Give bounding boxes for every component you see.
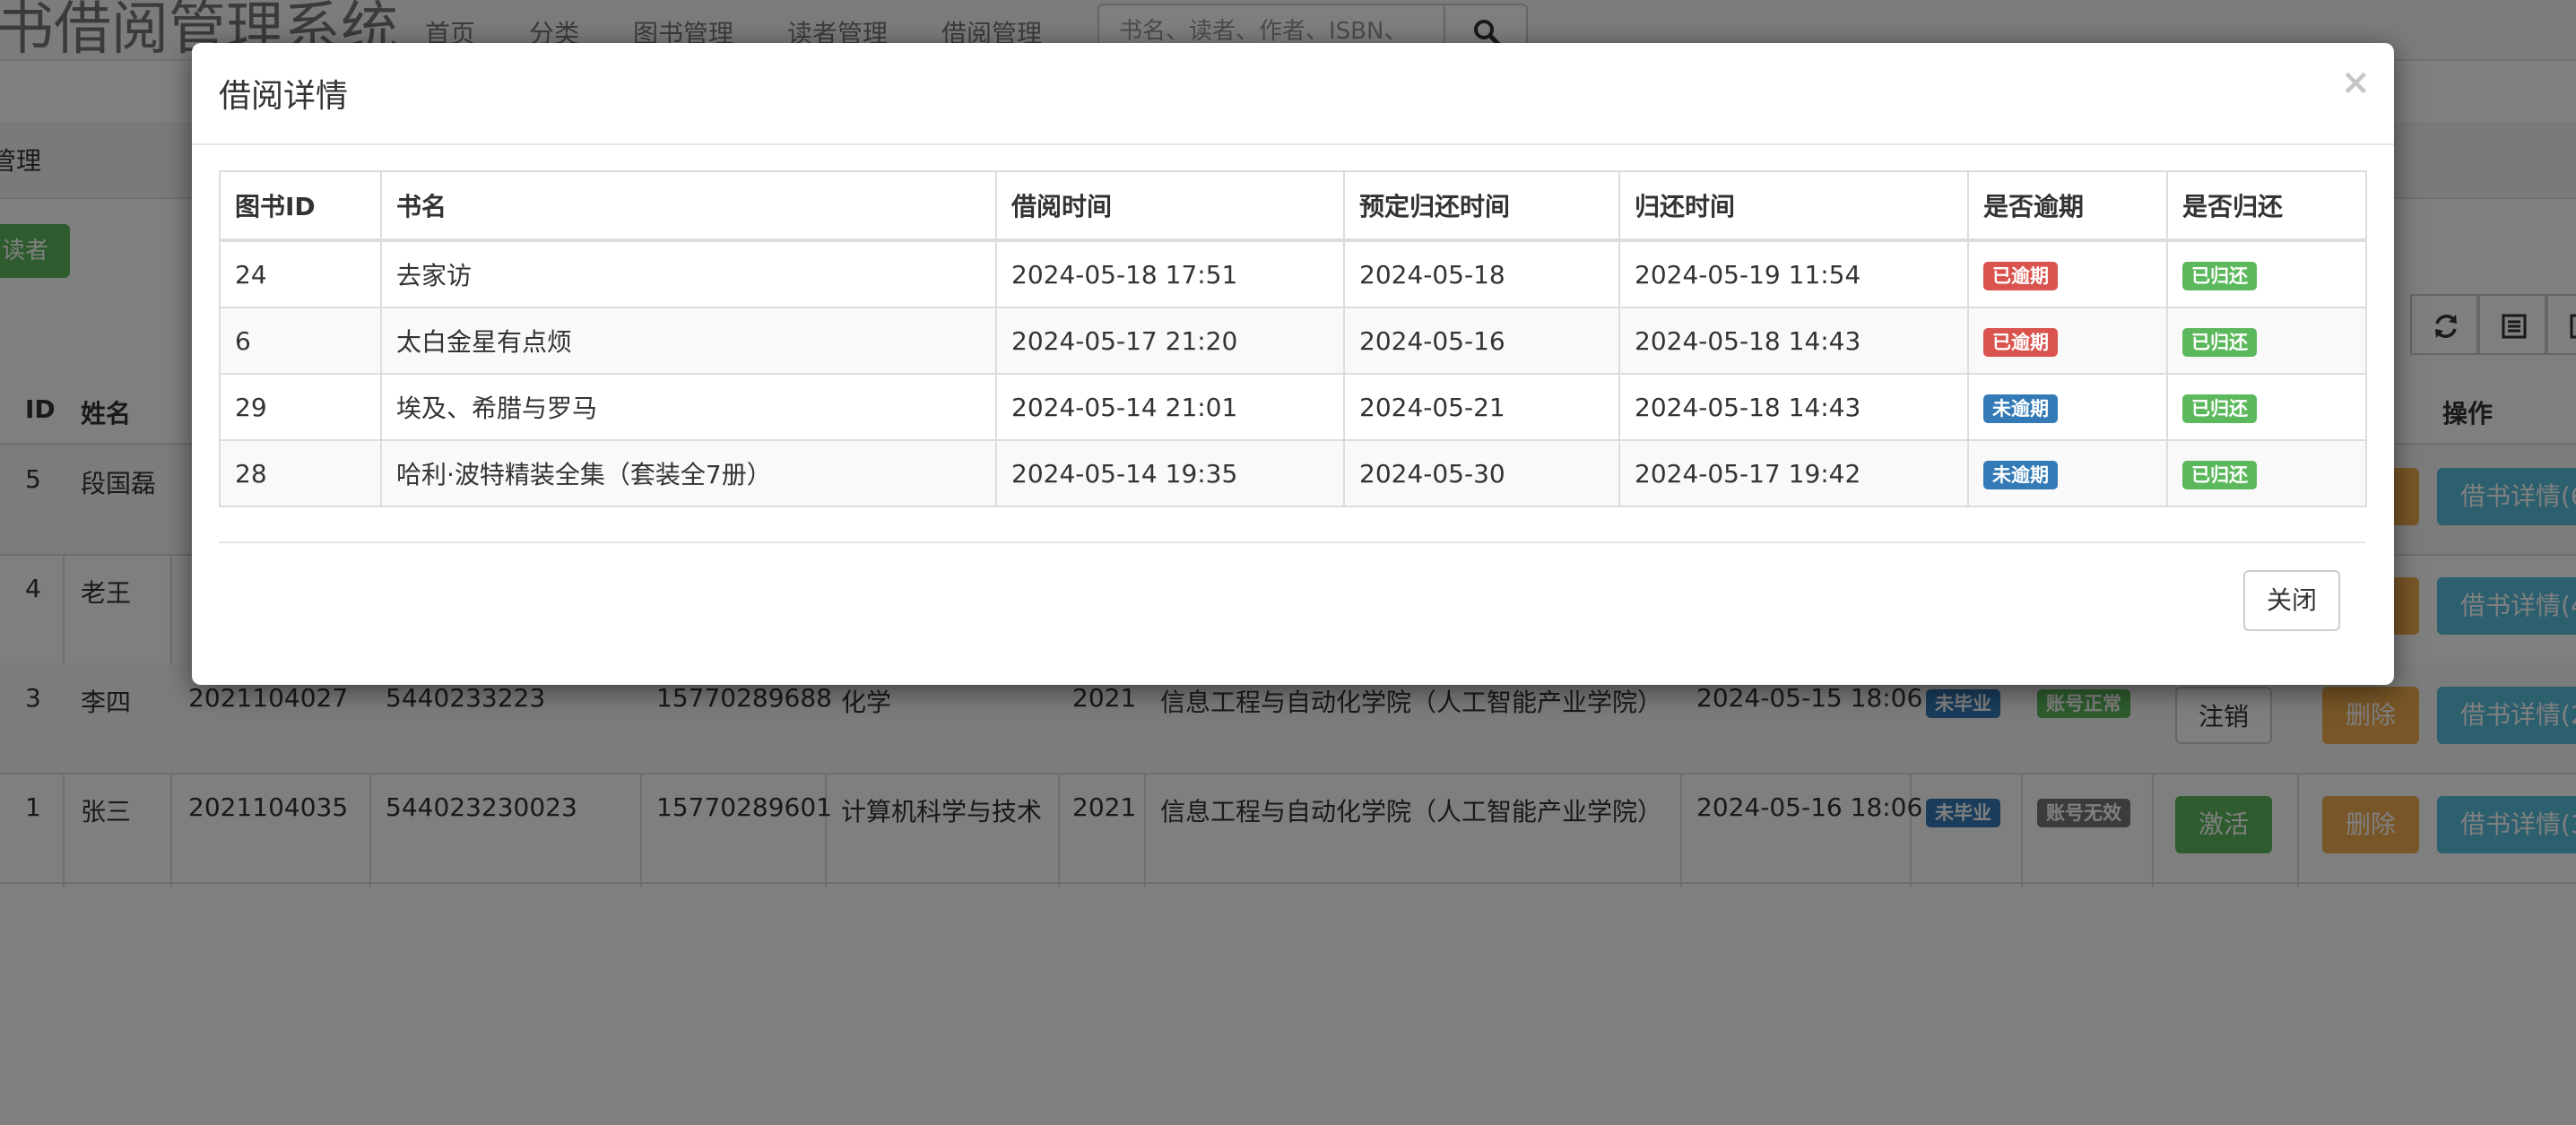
borrow-detail-modal: 借阅详情 × 图书ID 书名 借阅时间 预定归还时间 归还时间 是否逾期 是否归…: [192, 43, 2394, 685]
cell-return-time: 2024-05-19 11:54: [1618, 239, 1969, 308]
header-book-id: 图书ID: [219, 170, 382, 242]
cell-returned: 已归还: [2166, 239, 2367, 308]
close-button[interactable]: 关闭: [2243, 570, 2340, 631]
overdue-badge: 未逾期: [1983, 394, 2058, 423]
cell-borrow-time: 2024-05-17 21:20: [995, 307, 1345, 375]
cell-due-date: 2024-05-30: [1343, 439, 1620, 507]
cell-title: 哈利·波特精装全集（套装全7册）: [380, 439, 997, 507]
cell-book-id: 24: [219, 239, 382, 308]
cell-due-date: 2024-05-18: [1343, 239, 1620, 308]
cell-due-date: 2024-05-21: [1343, 373, 1620, 441]
table-row: 29 埃及、希腊与罗马 2024-05-14 21:01 2024-05-21 …: [219, 373, 2367, 441]
cell-return-time: 2024-05-18 14:43: [1618, 373, 1969, 441]
cell-title: 太白金星有点烦: [380, 307, 997, 375]
cell-overdue: 未逾期: [1967, 439, 2168, 507]
cell-return-time: 2024-05-18 14:43: [1618, 307, 1969, 375]
close-icon[interactable]: ×: [2340, 63, 2371, 102]
cell-book-id: 28: [219, 439, 382, 507]
returned-badge: 已归还: [2182, 460, 2257, 489]
cell-book-id: 29: [219, 373, 382, 441]
header-return-time: 归还时间: [1618, 170, 1969, 242]
modal-title: 借阅详情: [219, 78, 349, 115]
cell-returned: 已归还: [2166, 373, 2367, 441]
overdue-badge: 未逾期: [1983, 460, 2058, 489]
header-returned: 是否归还: [2166, 170, 2367, 242]
header-title: 书名: [380, 170, 997, 242]
cell-borrow-time: 2024-05-18 17:51: [995, 239, 1345, 308]
table-row: 6 太白金星有点烦 2024-05-17 21:20 2024-05-16 20…: [219, 307, 2367, 375]
overdue-badge: 已逾期: [1983, 261, 2058, 290]
returned-badge: 已归还: [2182, 394, 2257, 423]
cell-borrow-time: 2024-05-14 19:35: [995, 439, 1345, 507]
cell-overdue: 已逾期: [1967, 307, 2168, 375]
cell-returned: 已归还: [2166, 307, 2367, 375]
cell-book-id: 6: [219, 307, 382, 375]
cell-title: 埃及、希腊与罗马: [380, 373, 997, 441]
cell-due-date: 2024-05-16: [1343, 307, 1620, 375]
borrow-detail-table: 图书ID 书名 借阅时间 预定归还时间 归还时间 是否逾期 是否归还 24 去家…: [219, 170, 2367, 507]
cell-overdue: 已逾期: [1967, 239, 2168, 308]
cell-return-time: 2024-05-17 19:42: [1618, 439, 1969, 507]
header-borrow-time: 借阅时间: [995, 170, 1345, 242]
returned-badge: 已归还: [2182, 261, 2257, 290]
returned-badge: 已归还: [2182, 327, 2257, 357]
header-overdue: 是否逾期: [1967, 170, 2168, 242]
cell-borrow-time: 2024-05-14 21:01: [995, 373, 1345, 441]
modal-footer-divider: [219, 541, 2365, 543]
cell-returned: 已归还: [2166, 439, 2367, 507]
table-row: 28 哈利·波特精装全集（套装全7册） 2024-05-14 19:35 202…: [219, 439, 2367, 507]
cell-overdue: 未逾期: [1967, 373, 2168, 441]
table-row: 24 去家访 2024-05-18 17:51 2024-05-18 2024-…: [219, 239, 2367, 308]
overdue-badge: 已逾期: [1983, 327, 2058, 357]
header-due-date: 预定归还时间: [1343, 170, 1620, 242]
modal-header: 借阅详情 ×: [192, 43, 2394, 145]
table-header-row: 图书ID 书名 借阅时间 预定归还时间 归还时间 是否逾期 是否归还: [219, 170, 2367, 242]
cell-title: 去家访: [380, 239, 997, 308]
